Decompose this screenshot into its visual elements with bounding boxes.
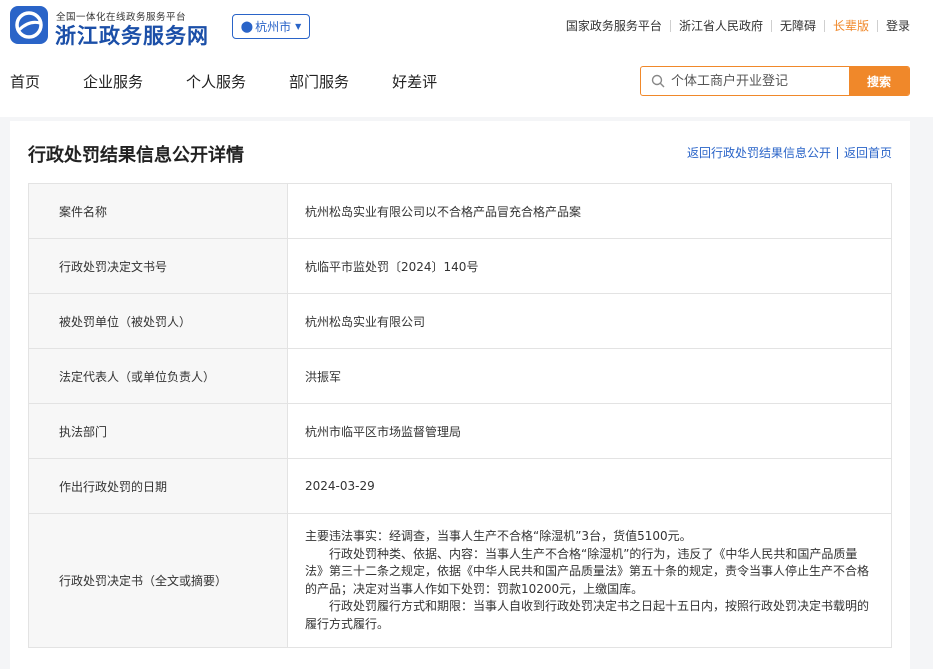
row-value: 杭州市临平区市场监督管理局	[287, 403, 892, 459]
table-row: 作出行政处罚的日期 2024-03-29	[28, 458, 892, 514]
search-icon	[641, 67, 665, 95]
link-national-platform[interactable]: 国家政务服务平台	[566, 17, 662, 34]
city-selector[interactable]: ⬤ 杭州市 ▼	[232, 14, 310, 39]
page-title: 行政处罚结果信息公开详情	[28, 145, 244, 166]
top-links: 国家政务服务平台 浙江省人民政府 无障碍 长辈版 登录	[566, 17, 910, 34]
table-row: 被处罚单位（被处罚人） 杭州松岛实业有限公司	[28, 293, 892, 349]
nav-item-home[interactable]: 首页	[10, 71, 40, 92]
link-provincial-government[interactable]: 浙江省人民政府	[679, 17, 763, 34]
city-label: 杭州市	[255, 20, 292, 34]
search-input[interactable]	[665, 67, 849, 95]
row-value: 杭州松岛实业有限公司以不合格产品冒充合格产品案	[287, 183, 892, 239]
site-header: 全国一体化在线政务服务平台 浙江政务服务网 ⬤ 杭州市 ▼ 国家政务服务平台 浙…	[0, 0, 933, 117]
row-value: 洪振军	[287, 348, 892, 404]
panel-links: 返回行政处罚结果信息公开 返回首页	[687, 144, 892, 161]
row-label: 执法部门	[28, 403, 288, 459]
back-to-list-link[interactable]: 返回行政处罚结果信息公开	[687, 144, 831, 161]
table-row: 行政处罚决定书（全文或摘要） 主要违法事实：经调查，当事人生产不合格“除湿机”3…	[28, 513, 892, 648]
nav-item-personal[interactable]: 个人服务	[186, 71, 246, 92]
row-label: 法定代表人（或单位负责人）	[28, 348, 288, 404]
table-row: 法定代表人（或单位负责人） 洪振军	[28, 348, 892, 404]
decision-text: 主要违法事实：经调查，当事人生产不合格“除湿机”3台，货值5100元。 行政处罚…	[287, 513, 892, 648]
divider	[669, 19, 671, 32]
chevron-down-icon: ▼	[295, 22, 302, 31]
link-accessibility[interactable]: 无障碍	[780, 17, 816, 34]
divider	[876, 19, 878, 32]
detail-panel: 行政处罚结果信息公开详情 返回行政处罚结果信息公开 返回首页 案件名称 杭州松岛…	[10, 121, 910, 669]
row-value: 2024-03-29	[287, 458, 892, 514]
row-label: 案件名称	[28, 183, 288, 239]
row-label: 被处罚单位（被处罚人）	[28, 293, 288, 349]
main-nav: 首页 企业服务 个人服务 部门服务 好差评	[10, 71, 480, 92]
nav-item-business[interactable]: 企业服务	[83, 71, 143, 92]
search-button[interactable]: 搜索	[849, 67, 909, 95]
decision-paragraph: 主要违法事实：经调查，当事人生产不合格“除湿机”3台，货值5100元。	[305, 529, 692, 543]
location-pin-icon: ⬤	[240, 20, 254, 33]
divider	[823, 19, 825, 32]
table-row: 执法部门 杭州市临平区市场监督管理局	[28, 403, 892, 459]
search-bar: 搜索	[640, 66, 910, 96]
nav-item-departments[interactable]: 部门服务	[289, 71, 349, 92]
logo-title[interactable]: 浙江政务服务网	[55, 20, 209, 50]
row-value: 杭州松岛实业有限公司	[287, 293, 892, 349]
back-to-home-link[interactable]: 返回首页	[844, 144, 892, 161]
penalty-detail-table: 案件名称 杭州松岛实业有限公司以不合格产品冒充合格产品案 行政处罚决定文书号 杭…	[28, 183, 892, 648]
site-logo-icon[interactable]	[10, 6, 48, 44]
table-row: 案件名称 杭州松岛实业有限公司以不合格产品冒充合格产品案	[28, 183, 892, 239]
divider	[836, 146, 838, 159]
decision-paragraph: 行政处罚种类、依据、内容：当事人生产不合格“除湿机”的行为，违反了《中华人民共和…	[305, 546, 870, 596]
table-row: 行政处罚决定文书号 杭临平市监处罚〔2024〕140号	[28, 238, 892, 294]
link-login[interactable]: 登录	[886, 17, 910, 34]
decision-paragraph: 行政处罚履行方式和期限：当事人自收到行政处罚决定书之日起十五日内，按照行政处罚决…	[305, 599, 870, 631]
row-label: 作出行政处罚的日期	[28, 458, 288, 514]
row-label: 行政处罚决定书（全文或摘要）	[28, 513, 288, 648]
row-label: 行政处罚决定文书号	[28, 238, 288, 294]
link-elder-mode[interactable]: 长辈版	[833, 17, 869, 34]
row-value: 杭临平市监处罚〔2024〕140号	[287, 238, 892, 294]
nav-item-rating[interactable]: 好差评	[392, 71, 437, 92]
divider	[770, 19, 772, 32]
